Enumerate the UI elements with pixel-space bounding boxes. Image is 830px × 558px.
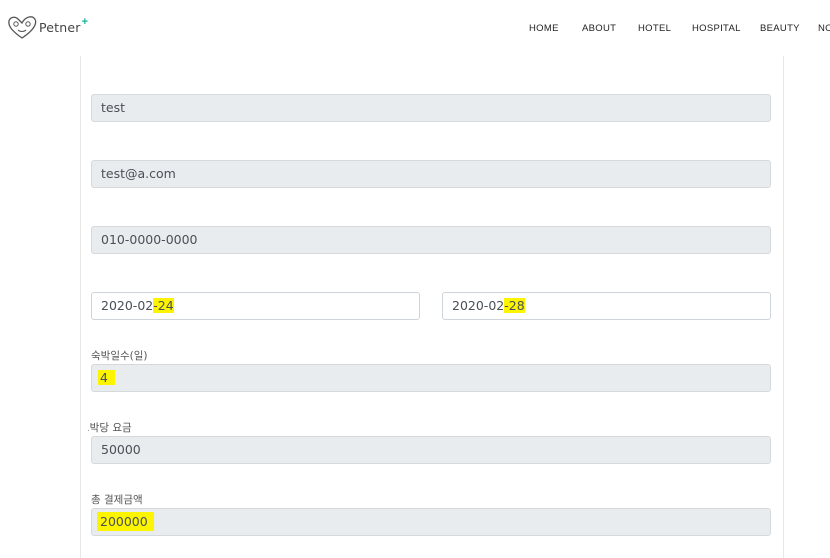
checkin-day-highlight: -24 — [153, 298, 174, 313]
paw-heart-logo-icon — [8, 16, 37, 39]
price-label-text: 1박당 요금 — [88, 422, 132, 434]
total-amount-field[interactable]: 200000 — [91, 508, 771, 536]
nav-hotel[interactable]: HOTEL — [638, 23, 671, 34]
nav-hospital[interactable]: HOSPITAL — [692, 23, 741, 34]
total-value: 200000 — [97, 512, 154, 531]
nights-field[interactable]: 4 — [91, 364, 771, 392]
price-label: 1박당 요금 — [88, 420, 288, 435]
name-field[interactable]: test — [91, 94, 771, 122]
checkout-date-field[interactable]: 2020-02-28 — [442, 292, 771, 320]
brand-name: Petner — [39, 19, 81, 35]
nav-home[interactable]: HOME — [529, 23, 559, 34]
brand-logo[interactable]: Petner + — [6, 13, 88, 41]
checkin-date-prefix: 2020-02 — [101, 298, 154, 313]
email-field[interactable]: test@a.com — [91, 160, 771, 188]
total-label: 총 결제금액 — [91, 494, 143, 506]
checkout-day-highlight: -28 — [504, 298, 525, 313]
checkin-date-field[interactable]: 2020-02-24 — [91, 292, 420, 320]
brand-plus: + — [81, 16, 89, 28]
price-per-night-field[interactable]: 50000 — [91, 436, 771, 464]
nav-notice[interactable]: NO — [818, 23, 830, 34]
phone-field[interactable]: 010-0000-0000 — [91, 226, 771, 254]
top-navbar: Petner + HOME ABOUT HOTEL HOSPITAL BEAUT… — [0, 0, 830, 56]
nav-about[interactable]: ABOUT — [582, 23, 616, 34]
checkout-date-prefix: 2020-02 — [452, 298, 505, 313]
nav-beauty[interactable]: BEAUTY — [760, 23, 800, 34]
nights-label: 숙박일수(일) — [91, 350, 148, 362]
reservation-form — [80, 0, 784, 558]
nights-value: 4 — [98, 370, 115, 385]
